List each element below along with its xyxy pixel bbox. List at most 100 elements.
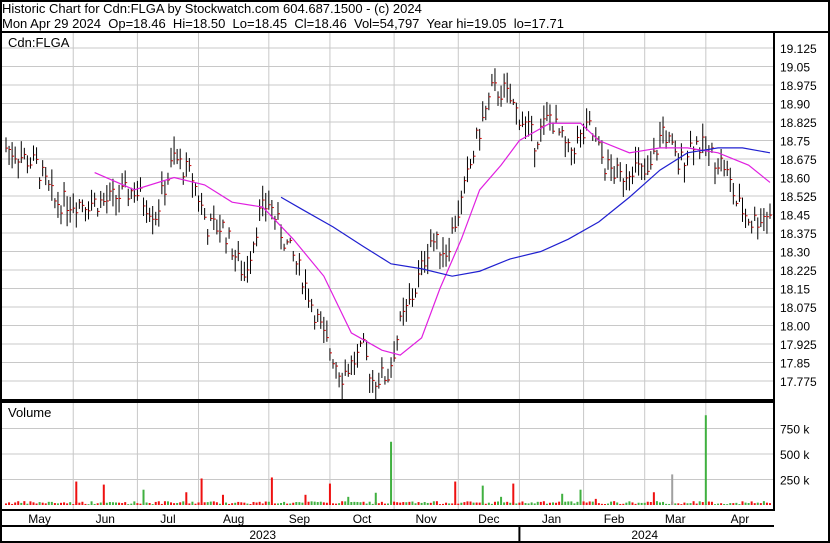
volume-bar	[371, 503, 374, 505]
volume-bar	[280, 502, 283, 505]
price-tick-label: 18.60	[780, 172, 810, 186]
volume-bar	[133, 501, 136, 505]
volume-bar	[203, 502, 206, 505]
volume-bar	[521, 501, 524, 505]
volume-bar	[726, 504, 729, 505]
volume-bar	[276, 503, 279, 505]
price-panel-frame	[0, 31, 775, 401]
volume-bar	[417, 502, 420, 505]
volume-bar	[634, 503, 637, 505]
stock-chart: Historic Chart for Cdn:FLGA by Stockwatc…	[0, 0, 830, 543]
volume-bar	[762, 501, 765, 505]
volume-bar	[341, 501, 344, 505]
volume-bar	[570, 501, 573, 505]
volume-bar	[396, 502, 399, 505]
volume-spike-bar	[185, 492, 188, 505]
volume-bar	[108, 502, 111, 505]
month-label: Jun	[96, 512, 115, 526]
year-label: 2023	[249, 528, 276, 542]
volume-bar	[435, 501, 438, 505]
volume-bar	[387, 503, 389, 505]
volume-bar	[377, 503, 380, 505]
volume-bar	[552, 502, 555, 505]
volume-bar	[640, 502, 643, 505]
volume-label: Volume	[8, 405, 51, 420]
volume-bar	[212, 501, 215, 505]
volume-spike-bar	[671, 474, 674, 505]
volume-bar	[582, 501, 585, 505]
volume-bar	[591, 501, 594, 505]
volume-bar	[475, 502, 478, 505]
month-label: Sep	[289, 512, 311, 526]
volume-bar	[665, 503, 668, 505]
volume-bar	[69, 502, 72, 505]
volume-bar	[84, 503, 87, 505]
volume-bar	[350, 502, 353, 505]
volume-bar	[677, 503, 680, 505]
volume-bar	[188, 503, 191, 505]
volume-bar	[503, 502, 506, 505]
volume-bar	[402, 502, 405, 505]
price-tick-label: 17.85	[780, 357, 810, 371]
volume-bar	[170, 502, 173, 505]
month-label: Jan	[542, 512, 561, 526]
volume-bar	[29, 501, 32, 505]
volume-bar	[655, 501, 658, 505]
volume-bar	[484, 503, 487, 505]
volume-spike-bar	[75, 481, 78, 505]
volume-spike-bar	[328, 483, 331, 505]
volume-bar	[576, 501, 579, 505]
volume-spike-bar	[594, 498, 597, 505]
volume-bar	[460, 502, 463, 505]
volume-bar	[717, 503, 720, 505]
price-tick-label: 18.075	[780, 301, 817, 315]
volume-bar	[732, 503, 735, 505]
volume-bar	[408, 501, 411, 505]
volume-bar	[258, 501, 261, 505]
volume-bar	[115, 502, 118, 505]
volume-spike-bar	[142, 489, 145, 505]
volume-bar	[545, 503, 548, 505]
volume-bar	[81, 501, 84, 505]
volume-bar	[72, 504, 75, 505]
volume-bar	[163, 501, 166, 505]
volume-bar	[607, 503, 610, 505]
volume-bar	[423, 502, 426, 505]
volume-bar	[17, 501, 20, 505]
month-label: May	[28, 512, 51, 526]
volume-bar	[432, 501, 435, 505]
volume-bar	[307, 501, 310, 505]
volume-bar	[139, 503, 142, 505]
year-label: 2024	[631, 528, 658, 542]
volume-bar	[283, 501, 286, 505]
volume-bar	[451, 503, 454, 505]
volume-bar	[127, 504, 130, 505]
volume-spike-bar	[652, 492, 655, 505]
volume-bar	[246, 503, 249, 505]
volume-spike-bar	[454, 481, 457, 505]
volume-bar	[182, 501, 185, 505]
volume-bar	[160, 503, 163, 505]
volume-bar	[414, 503, 417, 505]
volume-tick-label: 750 k	[780, 423, 810, 437]
volume-bar	[356, 501, 359, 505]
volume-bar	[380, 501, 383, 505]
volume-bar	[683, 502, 686, 505]
volume-bar	[298, 502, 301, 505]
volume-bar	[209, 501, 212, 505]
volume-bar	[509, 502, 512, 505]
volume-bar	[136, 503, 139, 505]
volume-bar	[38, 502, 41, 505]
volume-bar	[335, 503, 338, 505]
volume-bar	[515, 503, 518, 505]
moving-average-line	[280, 147, 771, 277]
volume-bar	[539, 501, 542, 505]
volume-bar	[487, 502, 490, 505]
volume-bar	[564, 501, 567, 505]
volume-bar	[506, 501, 509, 505]
volume-bar	[735, 502, 738, 505]
volume-bar	[622, 503, 625, 505]
volume-bar	[524, 503, 527, 505]
volume-bar	[548, 502, 551, 505]
volume-bar	[588, 501, 591, 505]
